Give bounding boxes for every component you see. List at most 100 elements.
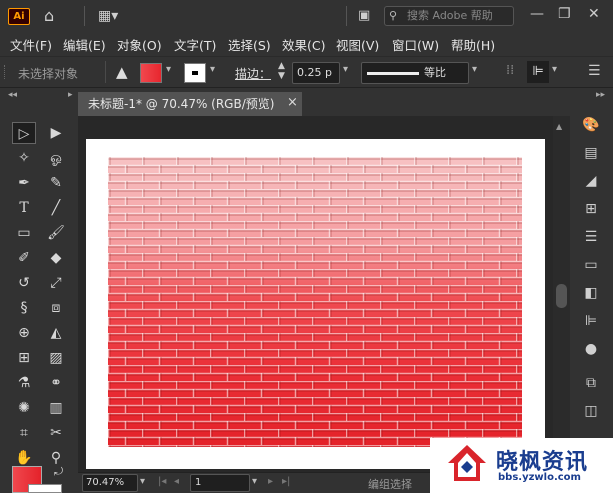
scroll-up-icon[interactable]: ▲	[556, 122, 562, 131]
shape-builder-icon[interactable]: ⊕	[12, 322, 36, 344]
stroke-panel-icon[interactable]: ☰	[579, 226, 603, 248]
lasso-icon[interactable]: ஓ	[44, 147, 68, 169]
warning-icon: ▲	[116, 63, 128, 81]
transparency-icon[interactable]: ◧	[579, 282, 603, 304]
magic-wand-icon[interactable]: ✧	[12, 147, 36, 169]
divider	[346, 6, 347, 26]
status-mode: 编组选择	[368, 478, 412, 491]
chevron-down-icon[interactable]: ▾	[166, 64, 171, 75]
curvature-tool-icon[interactable]: ✎	[44, 172, 68, 194]
paintbrush-icon[interactable]: 🖌	[44, 222, 68, 244]
brushes-icon[interactable]: ⊞	[579, 198, 603, 220]
brick-pattern	[108, 157, 522, 447]
illustrator-logo: Ai	[8, 8, 30, 25]
grip-icon	[4, 65, 7, 79]
chevron-down-icon[interactable]: ▾	[552, 64, 557, 75]
shaper-tool-icon[interactable]: ✐	[12, 247, 36, 269]
brick-wall-artwork[interactable]	[108, 157, 522, 447]
blend-tool-icon[interactable]: ⚭	[44, 372, 68, 394]
direct-selection-tool-icon[interactable]: ▶	[44, 122, 68, 144]
watermark-logo	[448, 445, 486, 481]
first-artboard-icon[interactable]: |◂	[158, 476, 166, 487]
menu-file[interactable]: 文件(F)	[10, 35, 52, 54]
watermark-url: bbs.yzwlo.com	[498, 472, 581, 483]
divider	[105, 61, 106, 83]
selection-status: 未选择对象	[18, 67, 79, 81]
scrollbar-thumb[interactable]	[556, 284, 567, 308]
align-grid-icon[interactable]: ⁞⁞	[506, 63, 514, 78]
stroke-label[interactable]: 描边：	[235, 65, 271, 82]
line-tool-icon[interactable]: ╱	[44, 197, 68, 219]
panel-dock: ▸▸ 🎨 ▤ ◢ ⊞ ☰ ▭ ◧ ⊫ ● ⧉ ◫	[570, 88, 613, 493]
menu-effect[interactable]: 效果(C)	[282, 35, 325, 54]
eyedropper-icon[interactable]: ⚗	[12, 372, 36, 394]
divider	[84, 6, 85, 26]
menu-help[interactable]: 帮助(H)	[451, 35, 495, 54]
chevron-down-icon[interactable]: ▾	[343, 64, 348, 75]
menu-edit[interactable]: 编辑(E)	[63, 35, 106, 54]
appearance-icon[interactable]: ●	[579, 338, 603, 360]
rotate-tool-icon[interactable]: ↺	[12, 272, 36, 294]
graph-tool-icon[interactable]: ▥	[44, 397, 68, 419]
transform-icon[interactable]: ⊫	[527, 61, 549, 83]
maximize-icon[interactable]: ❐	[558, 6, 571, 22]
mesh-tool-icon[interactable]: ⊞	[12, 347, 36, 369]
vertical-scrollbar[interactable]: ▲	[553, 116, 570, 472]
properties-icon[interactable]: 🎨	[579, 114, 603, 136]
control-bar: 未选择对象 ▲ ▾ ▾ 描边： ▲ ▼ 0.25 p ▾ 等比 ▾ ⁞⁞ ⊫ ▾ …	[0, 56, 613, 88]
zoom-field[interactable]: 70.47%	[82, 474, 138, 492]
menu-view[interactable]: 视图(V)	[336, 35, 379, 54]
warp-tool-icon[interactable]: §	[12, 297, 36, 319]
pathfinder-icon[interactable]: ⧉	[579, 372, 603, 394]
swatches-icon[interactable]: ◢	[579, 170, 603, 192]
menu-window[interactable]: 窗口(W)	[392, 35, 439, 54]
layers-icon[interactable]: ◫	[579, 400, 603, 422]
menu-select[interactable]: 选择(S)	[228, 35, 271, 54]
stepper-icon[interactable]: ▲ ▼	[278, 61, 285, 81]
symbol-sprayer-icon[interactable]: ✺	[12, 397, 36, 419]
watermark: 晓枫资讯 bbs.yzwlo.com	[430, 438, 613, 493]
last-artboard-icon[interactable]: ▸|	[282, 476, 290, 487]
pen-tool-icon[interactable]: ✒	[12, 172, 36, 194]
rectangle-tool-icon[interactable]: ▭	[12, 222, 36, 244]
type-tool-icon[interactable]: T	[12, 197, 36, 219]
fill-swatch[interactable]	[140, 63, 162, 83]
menu-type[interactable]: 文字(T)	[174, 35, 216, 54]
free-transform-icon[interactable]: ⧈	[44, 297, 68, 319]
perspective-grid-icon[interactable]: ◭	[44, 322, 68, 344]
search-input[interactable]: 搜索 Adobe 帮助	[384, 6, 514, 26]
stroke-swatch[interactable]	[184, 63, 206, 83]
gradient-tool-icon[interactable]: ▨	[44, 347, 68, 369]
chevron-down-icon[interactable]: ▾	[252, 476, 257, 487]
artboard-tool-icon[interactable]: ⌗	[12, 422, 36, 444]
gradient-panel-icon[interactable]: ▭	[579, 254, 603, 276]
next-artboard-icon[interactable]: ▸	[268, 476, 273, 487]
scale-tool-icon[interactable]: ⤢	[44, 272, 68, 294]
chevron-down-icon[interactable]: ▾	[140, 476, 145, 487]
tab-document[interactable]: 未标题-1* @ 70.47% (RGB/预览)	[78, 92, 302, 116]
menu-icon[interactable]: ☰	[588, 63, 601, 79]
menu-bar: 文件(F) 编辑(E) 对象(O) 文字(T) 选择(S) 效果(C) 视图(V…	[0, 32, 613, 54]
prev-artboard-icon[interactable]: ◂	[174, 476, 179, 487]
artboard-number-field[interactable]: 1	[190, 474, 250, 492]
minimize-icon[interactable]: —	[530, 6, 544, 22]
align-panel-icon[interactable]: ⊫	[579, 310, 603, 332]
collapse-icon[interactable]: ▸	[68, 90, 73, 100]
eraser-icon[interactable]: ◆	[44, 247, 68, 269]
stroke-weight-field[interactable]: 0.25 p	[292, 62, 340, 84]
workspace-layout-icon[interactable]: ▦▾	[98, 8, 118, 24]
swap-colors-icon[interactable]: ⤾	[54, 465, 63, 479]
close-icon[interactable]: ✕	[588, 6, 600, 22]
slice-tool-icon[interactable]: ✂	[44, 422, 68, 444]
menu-object[interactable]: 对象(O)	[117, 35, 162, 54]
stroke-color-swatch[interactable]	[28, 484, 62, 493]
chevron-down-icon[interactable]: ▾	[210, 64, 215, 75]
collapse-icon[interactable]: ◂◂	[8, 90, 17, 100]
expand-panels-icon[interactable]: ▸▸	[596, 90, 605, 100]
close-tab-icon[interactable]: ×	[287, 95, 298, 110]
selection-tool-icon[interactable]: ▷	[12, 122, 36, 144]
home-icon[interactable]: ⌂	[44, 8, 54, 24]
color-guide-icon[interactable]: ▤	[579, 142, 603, 164]
panel-toggle-icon[interactable]: ▣	[358, 8, 370, 24]
chevron-down-icon[interactable]: ▾	[472, 64, 477, 75]
